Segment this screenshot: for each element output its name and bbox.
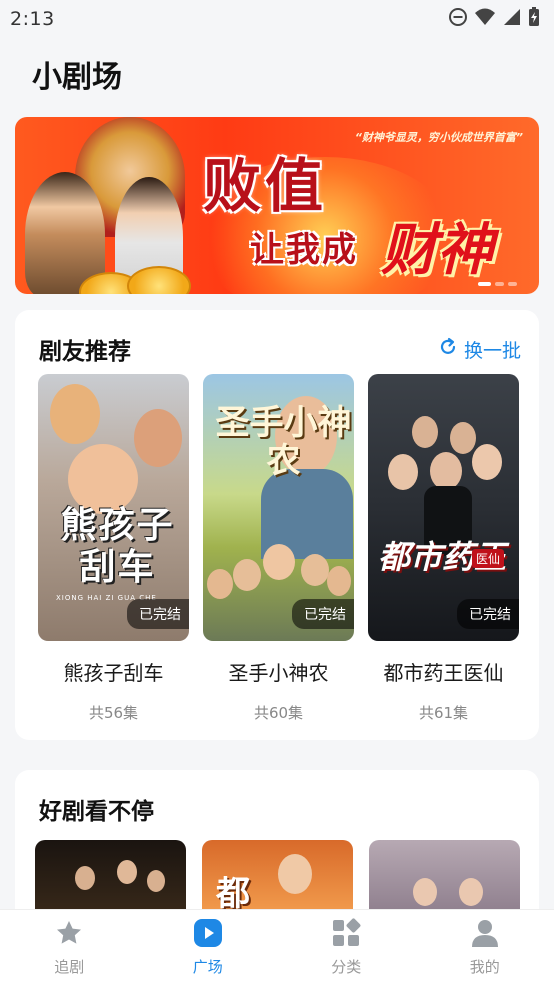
refresh-button[interactable]: 换一批: [438, 336, 521, 363]
dnd-icon: [448, 7, 468, 31]
play-icon: [193, 918, 223, 952]
signal-icon: [502, 7, 522, 31]
star-icon: [54, 918, 84, 952]
nav-label: 广场: [192, 958, 223, 976]
banner-pagination: [478, 282, 517, 286]
recommend-list: 熊孩子刮车 XIONG HAI ZI GUA CHE 已完结 熊孩子刮车 共56…: [15, 370, 539, 723]
banner-title-line3: 财神: [381, 217, 493, 283]
banner-title-line2: 让我成: [250, 230, 358, 270]
drama-title[interactable]: 熊孩子刮车: [38, 657, 189, 686]
nonstop-list: 都: [15, 830, 539, 920]
banner-dot: [508, 282, 517, 286]
nav-label: 分类: [331, 958, 362, 976]
banner-characters-image: [15, 117, 205, 294]
battery-charging-icon: [528, 7, 540, 31]
drama-card[interactable]: 熊孩子刮车 XIONG HAI ZI GUA CHE 已完结 熊孩子刮车 共56…: [38, 374, 189, 723]
banner-dot: [495, 282, 504, 286]
category-icon: [331, 918, 361, 952]
drama-poster[interactable]: [35, 840, 186, 920]
bottom-nav: 追剧 广场 分类 我的: [0, 909, 554, 985]
drama-poster[interactable]: 圣手小神农 已完结: [203, 374, 354, 641]
drama-title[interactable]: 都市药王医仙: [368, 657, 519, 686]
refresh-icon: [438, 337, 458, 362]
poster-title: 都: [216, 874, 250, 914]
banner-quote: “财神爷显灵，穷小伙成世界首富”: [354, 131, 523, 144]
banner-dot: [478, 282, 491, 286]
drama-poster[interactable]: [369, 840, 520, 920]
status-bar: 2:13: [0, 0, 554, 38]
drama-episodes: 共60集: [253, 704, 304, 722]
poster-title: 圣手小神农: [215, 403, 352, 481]
nav-item-category[interactable]: 分类: [296, 918, 396, 977]
nonstop-title: 好剧看不停: [39, 799, 154, 825]
nav-item-follow[interactable]: 追剧: [19, 918, 119, 977]
drama-poster[interactable]: 都市药王 医仙 已完结: [368, 374, 519, 641]
wifi-icon: [474, 7, 496, 31]
status-badge: 已完结: [292, 599, 354, 629]
drama-title[interactable]: 圣手小神农: [203, 657, 354, 686]
promo-banner[interactable]: “财神爷显灵，穷小伙成世界首富” 败值 让我成 财神: [15, 117, 539, 294]
drama-poster[interactable]: 都: [202, 840, 353, 920]
status-icons: [448, 7, 540, 31]
status-time: 2:13: [10, 8, 55, 30]
nav-label: 我的: [469, 958, 500, 976]
drama-episodes: 共56集: [88, 704, 139, 722]
banner-title-line1: 败值: [203, 152, 328, 220]
nav-item-square[interactable]: 广场: [158, 918, 258, 977]
nonstop-header: 好剧看不停: [15, 770, 539, 830]
poster-title: 熊孩子刮车: [60, 504, 175, 588]
drama-poster[interactable]: 熊孩子刮车 XIONG HAI ZI GUA CHE 已完结: [38, 374, 189, 641]
recommend-header: 剧友推荐 换一批: [15, 310, 539, 370]
drama-episodes: 共61集: [418, 704, 469, 722]
recommend-title: 剧友推荐: [39, 339, 131, 365]
recommend-section: 剧友推荐 换一批 熊孩子刮车 XIONG HAI ZI GUA CHE 已完结 …: [15, 310, 539, 740]
profile-icon: [470, 918, 500, 952]
poster-subtitle: 医仙: [472, 549, 505, 568]
refresh-label: 换一批: [463, 339, 521, 362]
drama-card[interactable]: 都市药王 医仙 已完结 都市药王医仙 共61集: [368, 374, 519, 723]
nav-item-profile[interactable]: 我的: [435, 918, 535, 977]
drama-card[interactable]: 圣手小神农 已完结 圣手小神农 共60集: [203, 374, 354, 723]
status-badge: 已完结: [127, 599, 189, 629]
nav-label: 追剧: [54, 958, 85, 976]
status-badge: 已完结: [457, 599, 519, 629]
